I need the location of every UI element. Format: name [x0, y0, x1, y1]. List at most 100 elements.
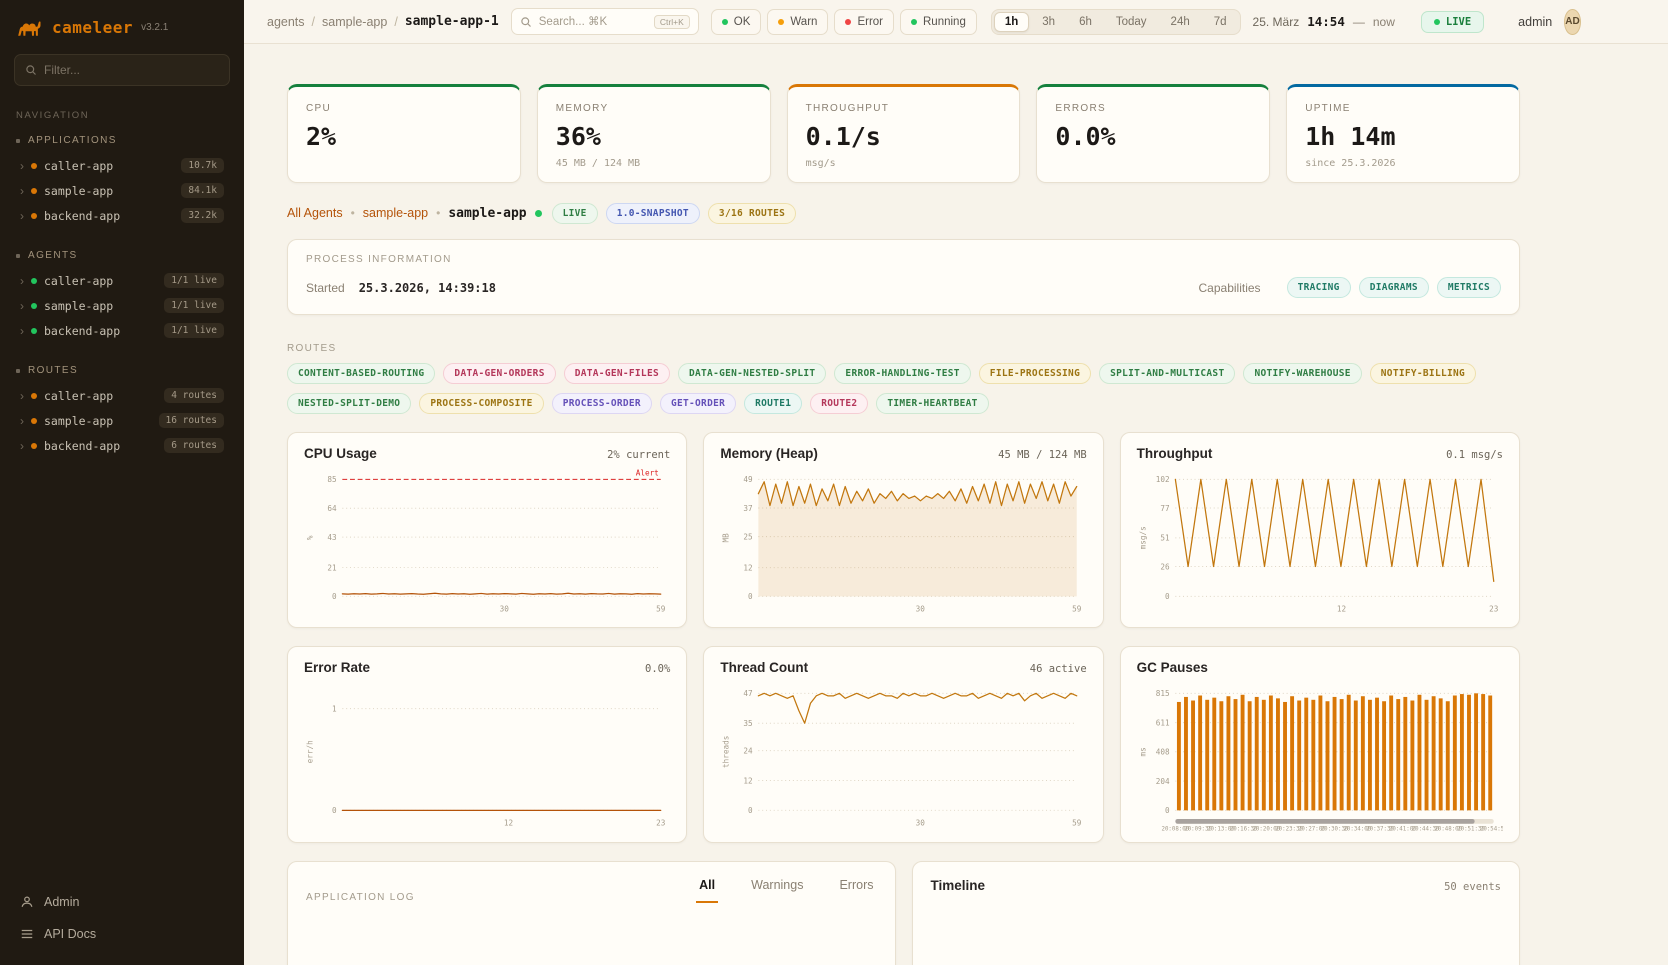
- chart-bar: [1219, 702, 1223, 811]
- chevron-right-icon: ›: [20, 300, 24, 312]
- route-tag-get-order[interactable]: GET-ORDER: [660, 393, 736, 414]
- stat-value: 1h 14m: [1305, 122, 1501, 151]
- stat-value: 2%: [306, 122, 502, 151]
- live-status-dot: [535, 210, 542, 217]
- chart-bar: [1460, 694, 1464, 810]
- route-tag-notify-billing[interactable]: NOTIFY-BILLING: [1370, 363, 1476, 384]
- status-dot: [31, 278, 37, 284]
- sidebar-group-header[interactable]: ROUTES: [14, 363, 230, 378]
- chart-canvas-thread-count: 012243547threads3059: [720, 678, 1086, 833]
- chart-bar: [1389, 696, 1393, 811]
- sidebar-item-badge: 1/1 live: [164, 323, 224, 338]
- chart-current-value: 45 MB / 124 MB: [998, 449, 1087, 461]
- chart-card-error-rate: Error Rate0.0%01err/h1223: [287, 646, 687, 842]
- svg-text:35: 35: [744, 719, 753, 728]
- chart-line: [1175, 479, 1493, 581]
- breadcrumb-item-sample-app-1[interactable]: sample-app-1: [405, 14, 499, 29]
- breadcrumb-item-agents[interactable]: agents: [267, 15, 305, 29]
- live-indicator[interactable]: LIVE: [1421, 11, 1484, 33]
- route-tag-split-and-multicast[interactable]: SPLIT-AND-MULTICAST: [1099, 363, 1235, 384]
- time-range-3h[interactable]: 3h: [1031, 12, 1066, 32]
- agent-breadcrumb-link-sample-app[interactable]: sample-app: [363, 206, 428, 220]
- time-range-7d[interactable]: 7d: [1203, 12, 1238, 32]
- avatar[interactable]: AD: [1564, 9, 1580, 35]
- sidebar-item-backend-app[interactable]: ›backend-app32.2k: [14, 203, 230, 228]
- route-tag-nested-split-demo[interactable]: NESTED-SPLIT-DEMO: [287, 393, 411, 414]
- global-search[interactable]: Ctrl+K: [511, 8, 699, 35]
- agent-current-name: sample-app: [448, 206, 526, 221]
- log-title: APPLICATION LOG: [306, 892, 415, 903]
- sidebar-item-sample-app[interactable]: ›sample-app1/1 live: [14, 293, 230, 318]
- chart-header: Memory (Heap)45 MB / 124 MB: [720, 446, 1086, 461]
- sidebar-footer-api-docs[interactable]: API Docs: [14, 919, 230, 949]
- now-label[interactable]: now: [1373, 15, 1395, 29]
- log-tab-errors[interactable]: Errors: [836, 878, 876, 903]
- svg-text:59: 59: [656, 605, 666, 614]
- sidebar-group-header[interactable]: APPLICATIONS: [14, 133, 230, 148]
- chart-bar: [1191, 701, 1195, 811]
- route-tag-process-order[interactable]: PROCESS-ORDER: [552, 393, 652, 414]
- time-range-today[interactable]: Today: [1105, 12, 1158, 32]
- sidebar-group-header[interactable]: AGENTS: [14, 248, 230, 263]
- log-tab-warnings[interactable]: Warnings: [748, 878, 806, 903]
- chart-bar: [1339, 699, 1343, 810]
- capabilities-list: TRACINGDIAGRAMSMETRICS: [1287, 277, 1501, 298]
- chart-title: CPU Usage: [304, 446, 377, 461]
- route-tag-error-handling-test[interactable]: ERROR-HANDLING-TEST: [834, 363, 970, 384]
- process-info-title: PROCESS INFORMATION: [306, 254, 1501, 265]
- sidebar-filter-input[interactable]: [44, 63, 219, 77]
- sidebar-groups: APPLICATIONS ›caller-app10.7k›sample-app8…: [14, 133, 230, 478]
- status-filter-ok[interactable]: OK: [711, 9, 762, 35]
- chart-canvas-cpu-usage: 021436485%3059Alert: [304, 464, 670, 619]
- time-range-6h[interactable]: 6h: [1068, 12, 1103, 32]
- sidebar-item-backend-app[interactable]: ›backend-app6 routes: [14, 433, 230, 458]
- sidebar-footer-label: API Docs: [44, 927, 96, 941]
- sidebar-item-badge: 32.2k: [181, 208, 224, 223]
- sidebar-item-caller-app[interactable]: ›caller-app10.7k: [14, 153, 230, 178]
- svg-text:815: 815: [1155, 690, 1169, 699]
- route-tag-route2[interactable]: ROUTE2: [810, 393, 868, 414]
- svg-text:0: 0: [332, 807, 337, 816]
- chevron-right-icon: ›: [20, 185, 24, 197]
- status-filter-error[interactable]: Error: [834, 9, 894, 35]
- agent-breadcrumb-link-all-agents[interactable]: All Agents: [287, 206, 343, 220]
- time-range-1h[interactable]: 1h: [994, 12, 1029, 32]
- search-input[interactable]: [539, 16, 647, 28]
- breadcrumb: agents/sample-app/sample-app-1: [267, 14, 499, 29]
- capability-badge-tracing: TRACING: [1287, 277, 1351, 298]
- route-tag-timer-heartbeat[interactable]: TIMER-HEARTBEAT: [876, 393, 988, 414]
- sidebar-item-backend-app[interactable]: ›backend-app1/1 live: [14, 318, 230, 343]
- route-tag-data-gen-nested-split[interactable]: DATA-GEN-NESTED-SPLIT: [678, 363, 826, 384]
- sidebar-item-caller-app[interactable]: ›caller-app1/1 live: [14, 268, 230, 293]
- chart-card-gc-pauses: GC Pauses0204408611815ms20:08:0020:09:30…: [1120, 646, 1520, 842]
- charts-grid-1: CPU Usage2% current021436485%3059AlertMe…: [287, 432, 1520, 628]
- sidebar-filter[interactable]: [14, 54, 230, 86]
- status-filter-running[interactable]: Running: [900, 9, 977, 35]
- chart-bar: [1233, 699, 1237, 810]
- sidebar-item-sample-app[interactable]: ›sample-app16 routes: [14, 408, 230, 433]
- agent-bar: All Agents•sample-app•sample-app LIVE1.0…: [287, 203, 1520, 223]
- route-tag-notify-warehouse[interactable]: NOTIFY-WAREHOUSE: [1243, 363, 1361, 384]
- time-range-24h[interactable]: 24h: [1160, 12, 1201, 32]
- started-value: 25.3.2026, 14:39:18: [359, 281, 496, 295]
- sidebar-item-caller-app[interactable]: ›caller-app4 routes: [14, 383, 230, 408]
- sidebar-footer-label: Admin: [44, 895, 79, 909]
- route-tag-content-based-routing[interactable]: CONTENT-BASED-ROUTING: [287, 363, 435, 384]
- route-tag-route1[interactable]: ROUTE1: [744, 393, 802, 414]
- breadcrumb-item-sample-app[interactable]: sample-app: [322, 15, 387, 29]
- sidebar-item-label: sample-app: [44, 299, 113, 313]
- route-tag-process-composite[interactable]: PROCESS-COMPOSITE: [419, 393, 543, 414]
- route-tag-data-gen-files[interactable]: DATA-GEN-FILES: [564, 363, 670, 384]
- chart-bar: [1332, 697, 1336, 810]
- status-filter-warn[interactable]: Warn: [767, 9, 828, 35]
- sidebar-item-sample-app[interactable]: ›sample-app84.1k: [14, 178, 230, 203]
- sidebar-footer: Admin API Docs: [14, 887, 230, 949]
- top-bar: agents/sample-app/sample-app-1 Ctrl+K OK…: [244, 0, 1668, 44]
- route-tag-data-gen-orders[interactable]: DATA-GEN-ORDERS: [443, 363, 555, 384]
- svg-text:408: 408: [1155, 748, 1169, 757]
- sidebar-footer-admin[interactable]: Admin: [14, 887, 230, 917]
- route-tag-file-processing[interactable]: FILE-PROCESSING: [979, 363, 1091, 384]
- bottom-row: APPLICATION LOG AllWarningsErrors Timeli…: [287, 861, 1520, 965]
- log-tab-all[interactable]: All: [696, 878, 718, 903]
- sidebar-group-label: ROUTES: [28, 365, 78, 376]
